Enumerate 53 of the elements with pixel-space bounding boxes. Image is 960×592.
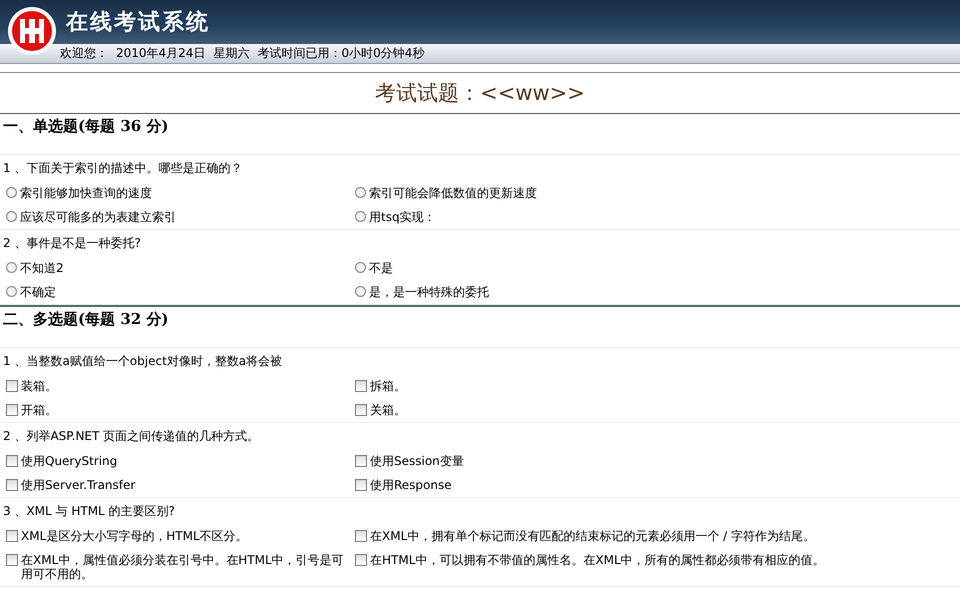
- exam-title: 考试试题：<<ww>>: [375, 80, 585, 107]
- radio-option[interactable]: 应该尽可能多的为表建立索引: [0, 205, 349, 229]
- section-heading: 二、多选题(每题 32 分): [3, 309, 169, 329]
- radio-button[interactable]: [6, 286, 17, 297]
- checkbox-option[interactable]: 装箱。: [0, 374, 349, 398]
- checkbox[interactable]: [6, 380, 18, 392]
- checkbox-option[interactable]: 拆箱。: [349, 374, 960, 398]
- checkbox[interactable]: [355, 455, 367, 467]
- status-text: 欢迎您：: [60, 45, 108, 62]
- radio-button[interactable]: [6, 211, 17, 222]
- checkbox-option[interactable]: XML是区分大小写字母的，HTML不区分。: [0, 524, 349, 548]
- checkbox[interactable]: [355, 479, 367, 491]
- checkbox-option[interactable]: 使用Response: [349, 473, 960, 497]
- section-heading: 一、单选题(每题 36 分): [3, 116, 169, 136]
- status-text: 考试时间已用：0小时0分钟4秒: [257, 45, 424, 62]
- checkbox-option[interactable]: 使用QueryString: [0, 449, 349, 473]
- checkbox[interactable]: [355, 404, 367, 416]
- checkbox[interactable]: [6, 404, 18, 416]
- radio-option[interactable]: 不是: [349, 256, 960, 280]
- checkbox[interactable]: [355, 380, 367, 392]
- radio-option[interactable]: 不确定: [0, 280, 349, 304]
- status-text: 2010年4月24日: [116, 45, 206, 62]
- checkbox-option[interactable]: 开箱。: [0, 398, 349, 422]
- checkbox[interactable]: [355, 530, 367, 542]
- app-title: 在线考试系统: [66, 8, 210, 37]
- checkbox-option[interactable]: 使用Server.Transfer: [0, 473, 349, 497]
- checkbox[interactable]: [6, 554, 18, 566]
- checkbox-option[interactable]: 使用Session变量: [349, 449, 960, 473]
- checkbox[interactable]: [6, 455, 18, 467]
- checkbox-option[interactable]: 在HTML中，可以拥有不带值的属性名。在XML中，所有的属性都必须带有相应的值。: [349, 548, 960, 586]
- checkbox[interactable]: [6, 530, 18, 542]
- radio-button[interactable]: [355, 187, 366, 198]
- radio-option[interactable]: 不知道2: [0, 256, 349, 280]
- radio-option[interactable]: 索引能够加快查询的速度: [0, 181, 349, 205]
- question-text: 2 、事件是不是一种委托?: [3, 234, 141, 252]
- radio-button[interactable]: [6, 187, 17, 198]
- question-text: 1 、下面关于索引的描述中。哪些是正确的？: [3, 160, 242, 176]
- checkbox[interactable]: [355, 554, 367, 566]
- status-text: 星期六: [213, 45, 250, 62]
- radio-button[interactable]: [355, 286, 366, 297]
- question-text: 2 、列举ASP.NET 页面之间传递值的几种方式。: [3, 428, 260, 444]
- radio-button[interactable]: [355, 211, 366, 222]
- checkbox-option[interactable]: 在XML中，拥有单个标记而没有匹配的结束标记的元素必须用一个 / 字符作为结尾。: [349, 524, 960, 548]
- radio-option[interactable]: 索引可能会降低数值的更新速度: [349, 181, 960, 205]
- question-text: 3 、XML 与 HTML 的主要区别?: [3, 502, 175, 520]
- checkbox-option[interactable]: 关箱。: [349, 398, 960, 422]
- radio-button[interactable]: [355, 262, 366, 273]
- radio-option[interactable]: 是，是一种特殊的委托: [349, 280, 960, 304]
- question-text: 1 、当整数a赋值给一个object对像时，整数a将会被: [3, 352, 282, 370]
- checkbox-option[interactable]: 在XML中，属性值必须分装在引号中。在HTML中，引号是可用可不用的。: [0, 548, 349, 586]
- radio-option[interactable]: 用tsq实现：: [349, 205, 960, 229]
- radio-button[interactable]: [6, 262, 17, 273]
- checkbox[interactable]: [6, 479, 18, 491]
